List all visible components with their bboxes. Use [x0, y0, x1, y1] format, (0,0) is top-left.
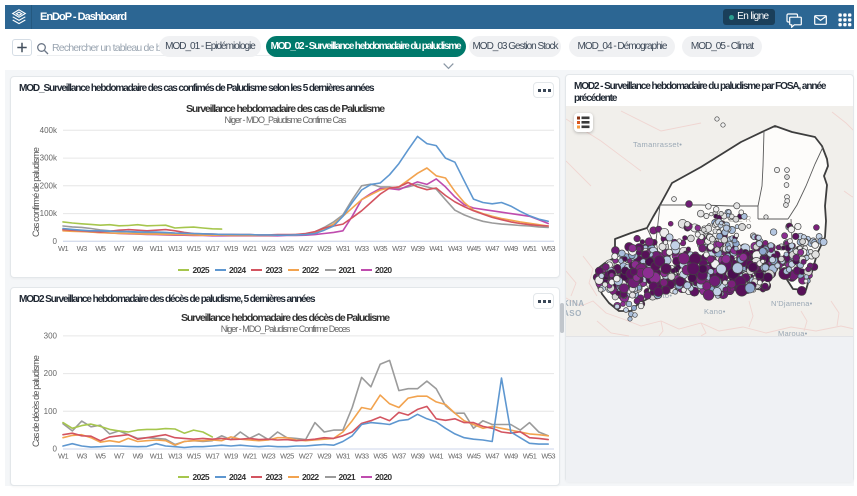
- svg-text:W31: W31: [336, 452, 350, 461]
- svg-text:W3: W3: [77, 452, 87, 461]
- svg-text:W41: W41: [429, 244, 443, 253]
- svg-text:W41: W41: [429, 452, 443, 461]
- svg-text:W25: W25: [280, 244, 294, 253]
- svg-text:100: 100: [44, 407, 58, 416]
- svg-text:W15: W15: [187, 244, 201, 253]
- svg-text:W53: W53: [541, 244, 555, 253]
- svg-text:300k: 300k: [40, 154, 58, 163]
- svg-text:W53: W53: [541, 452, 555, 461]
- svg-text:W17: W17: [205, 244, 219, 253]
- svg-text:W37: W37: [392, 452, 406, 461]
- svg-text:W35: W35: [373, 244, 387, 253]
- svg-text:W13: W13: [168, 452, 182, 461]
- svg-text:W23: W23: [261, 244, 275, 253]
- svg-text:W17: W17: [205, 452, 219, 461]
- svg-text:W5: W5: [95, 244, 105, 253]
- svg-text:W45: W45: [467, 244, 481, 253]
- svg-text:W33: W33: [355, 452, 369, 461]
- svg-text:W27: W27: [299, 244, 313, 253]
- svg-text:W5: W5: [95, 452, 105, 461]
- svg-text:W47: W47: [485, 452, 499, 461]
- svg-text:W15: W15: [187, 452, 201, 461]
- svg-text:W29: W29: [317, 244, 331, 253]
- svg-text:W39: W39: [411, 244, 425, 253]
- svg-text:W7: W7: [114, 452, 124, 461]
- svg-text:W23: W23: [261, 452, 275, 461]
- svg-text:W9: W9: [133, 244, 143, 253]
- svg-text:400k: 400k: [40, 126, 58, 135]
- svg-text:Maroua•: Maroua•: [778, 329, 808, 338]
- svg-text:ASO: ASO: [566, 309, 582, 318]
- svg-text:W31: W31: [336, 244, 350, 253]
- svg-text:200: 200: [44, 369, 58, 378]
- svg-text:Tamanrasset•: Tamanrasset•: [633, 140, 682, 149]
- svg-text:W19: W19: [224, 244, 238, 253]
- svg-text:W43: W43: [448, 452, 462, 461]
- svg-text:0: 0: [53, 237, 58, 246]
- svg-text:W7: W7: [114, 244, 124, 253]
- svg-text:W37: W37: [392, 244, 406, 253]
- svg-text:W11: W11: [150, 244, 163, 253]
- svg-text:W51: W51: [523, 244, 537, 253]
- svg-text:W43: W43: [448, 244, 462, 253]
- svg-text:W21: W21: [243, 452, 257, 461]
- svg-text:KINA: KINA: [566, 299, 585, 308]
- svg-text:300: 300: [44, 332, 58, 341]
- svg-text:W1: W1: [58, 244, 68, 253]
- svg-text:W1: W1: [58, 452, 68, 461]
- svg-text:W45: W45: [467, 452, 481, 461]
- svg-text:W29: W29: [317, 452, 331, 461]
- svg-text:N'Djamena•: N'Djamena•: [771, 299, 813, 308]
- svg-text:W25: W25: [280, 452, 294, 461]
- svg-text:0: 0: [53, 445, 58, 454]
- svg-text:W21: W21: [243, 244, 257, 253]
- svg-text:W35: W35: [373, 452, 387, 461]
- svg-text:W11: W11: [150, 452, 163, 461]
- svg-text:200k: 200k: [40, 181, 58, 190]
- svg-text:Kano•: Kano•: [704, 307, 726, 316]
- svg-text:W51: W51: [523, 452, 537, 461]
- svg-text:W3: W3: [77, 244, 87, 253]
- svg-text:W47: W47: [485, 244, 499, 253]
- svg-text:W27: W27: [299, 452, 313, 461]
- svg-text:W9: W9: [133, 452, 143, 461]
- svg-text:W49: W49: [504, 244, 518, 253]
- svg-text:W49: W49: [504, 452, 518, 461]
- svg-text:100k: 100k: [40, 209, 58, 218]
- svg-text:W19: W19: [224, 452, 238, 461]
- svg-text:W39: W39: [411, 452, 425, 461]
- svg-text:W13: W13: [168, 244, 182, 253]
- svg-text:W33: W33: [355, 244, 369, 253]
